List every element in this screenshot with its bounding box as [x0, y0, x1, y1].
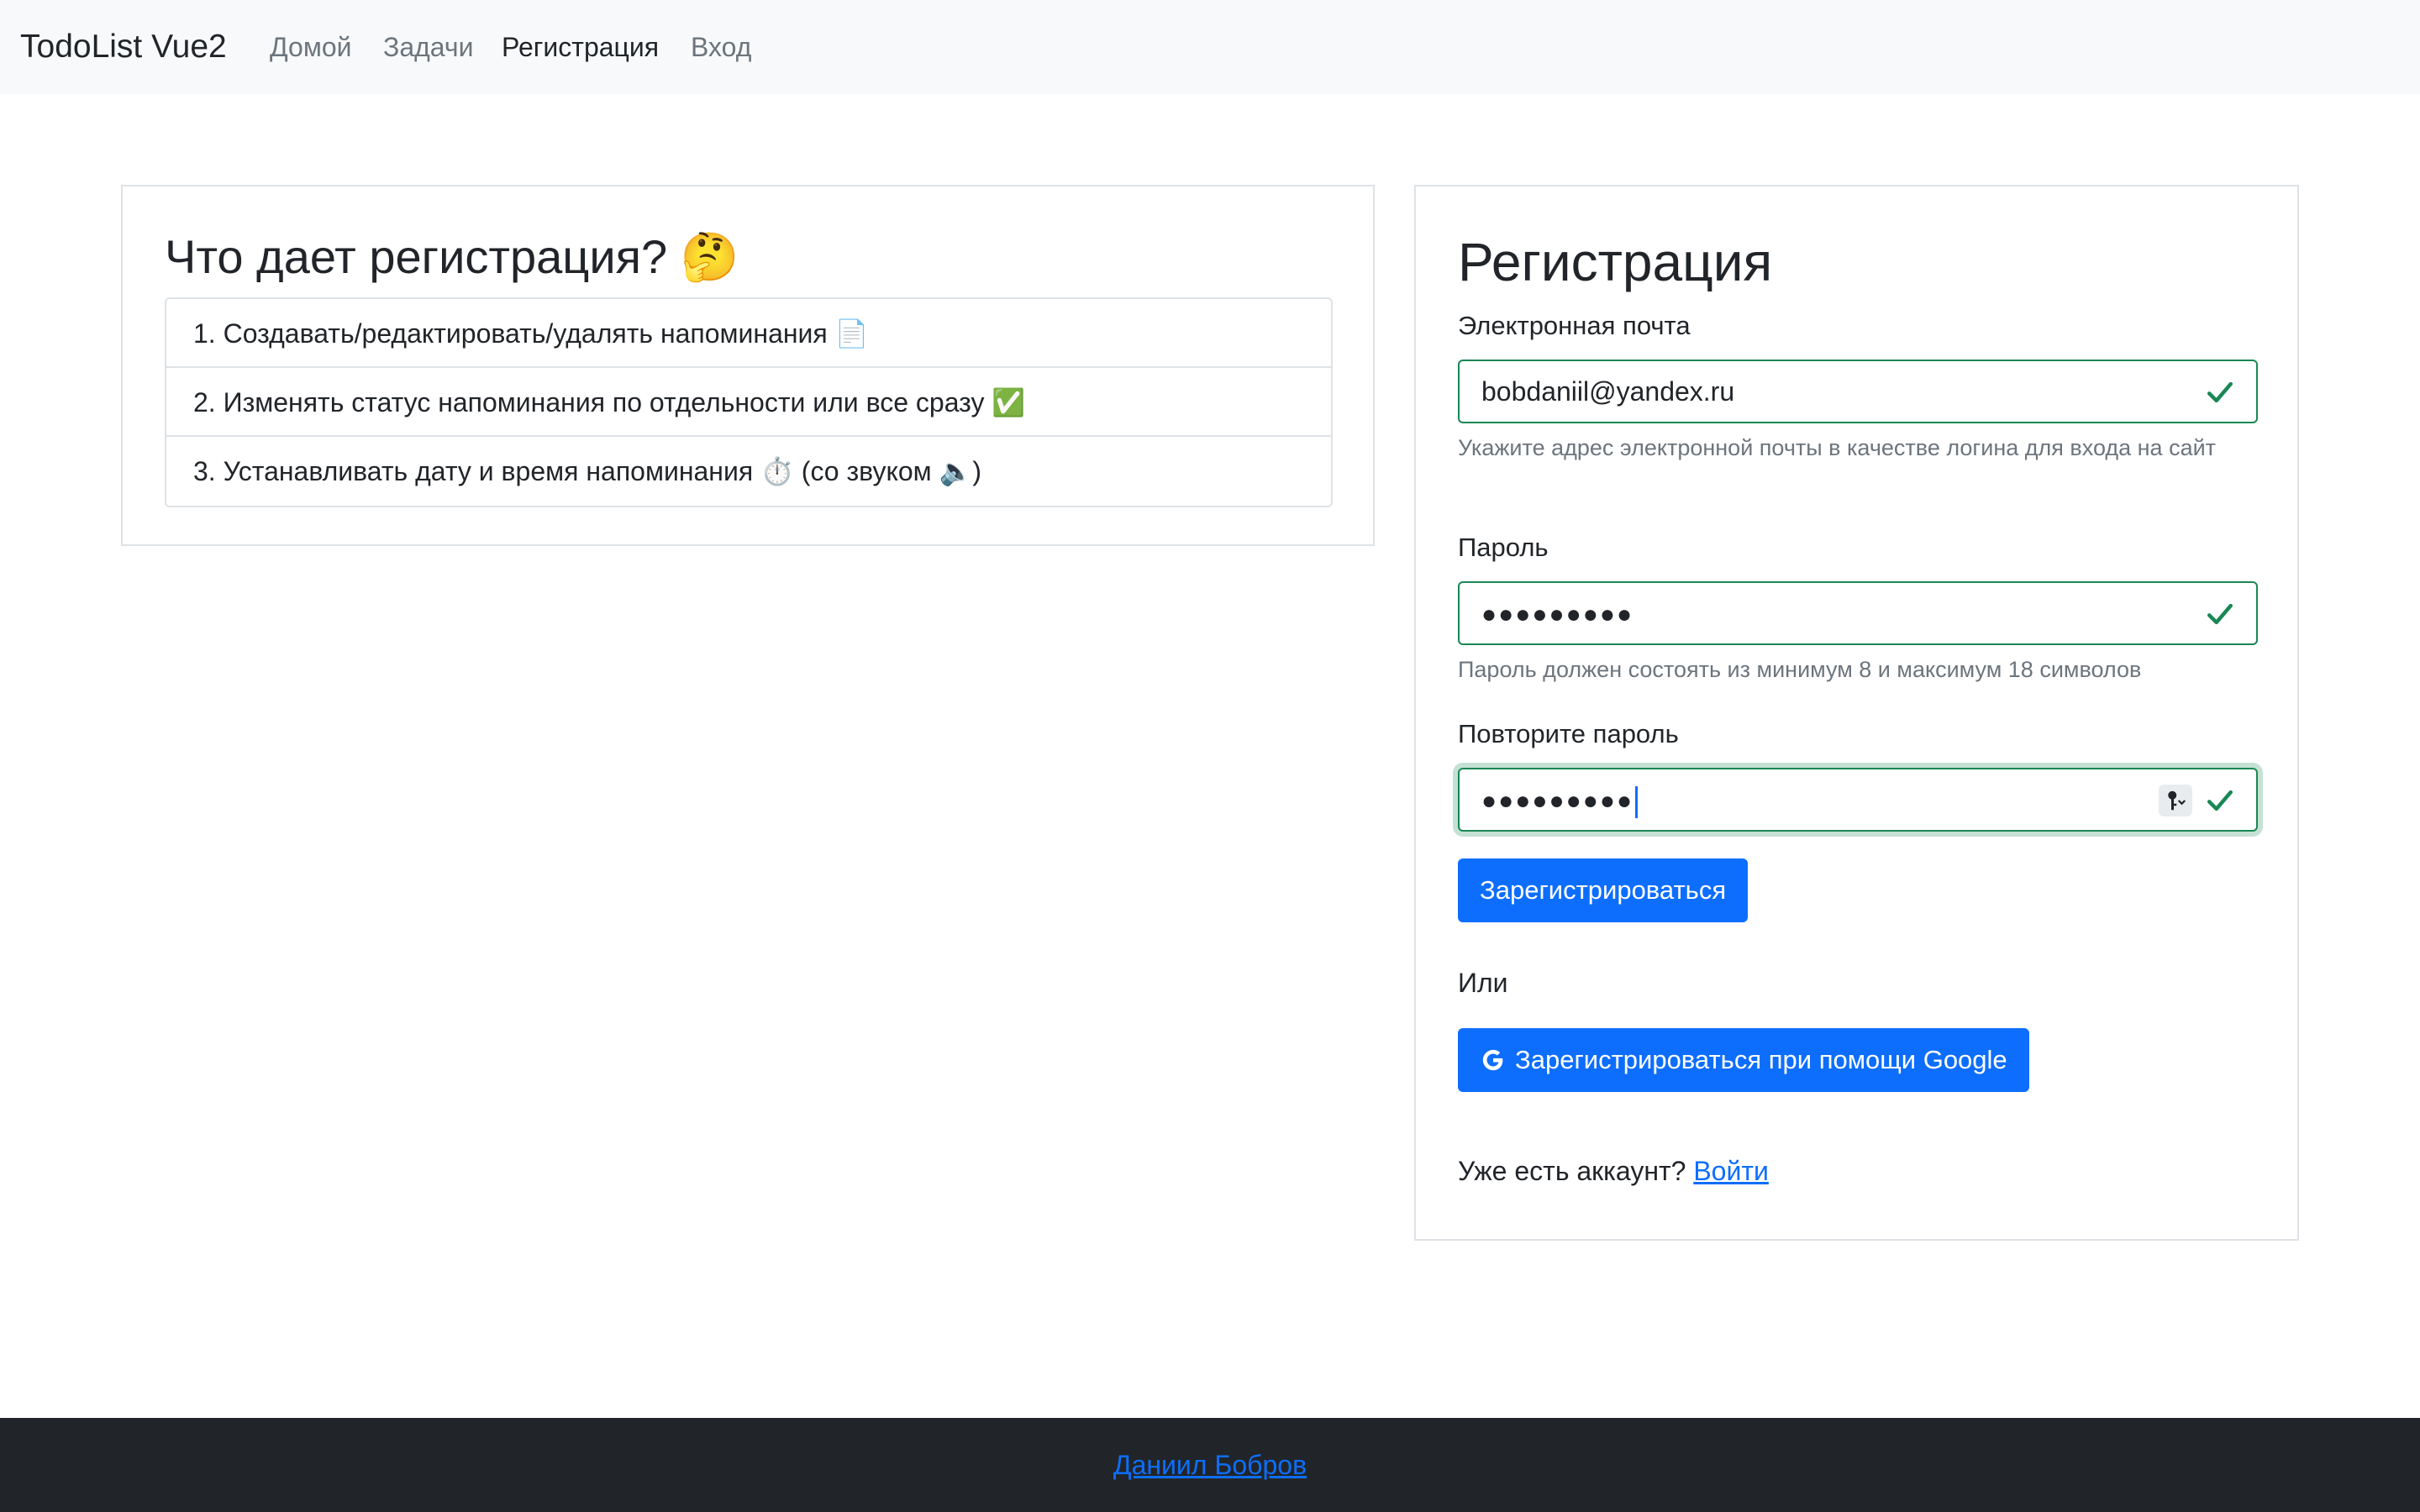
password-value: ●●●●●●●●● [1481, 601, 1634, 628]
benefits-card: Что дает регистрация? 🤔 1. Создавать/ред… [121, 185, 1375, 546]
email-help: Укажите адрес электронной почты в качест… [1458, 435, 2217, 460]
email-field[interactable]: bobdaniil@yandex.ru [1458, 360, 2258, 423]
password-manager-button[interactable] [2159, 785, 2192, 816]
check-icon [2207, 381, 2233, 403]
nav-link-home[interactable]: Домой [270, 29, 352, 66]
password-field[interactable]: ●●●●●●●●● [1458, 581, 2258, 645]
navbar: TodoList Vue2 Домой Задачи Регистрация В… [0, 0, 2420, 94]
text-caret [1635, 785, 1639, 818]
nav-link-register[interactable]: Регистрация [502, 29, 659, 66]
account-prompt: Уже есть аккаунт? Войти [1458, 1152, 1769, 1189]
benefits-list: 1. Создавать/редактировать/удалять напом… [165, 297, 1333, 507]
register-button[interactable]: Зарегистрироваться [1458, 858, 1749, 922]
confirm-password-field[interactable]: ●●●●●●●●● [1458, 768, 2258, 832]
list-item: 1. Создавать/редактировать/удалять напом… [166, 299, 1331, 368]
confirm-password-label: Повторите пароль [1458, 719, 1679, 748]
password-label: Пароль [1458, 533, 1549, 562]
login-link[interactable]: Войти [1693, 1156, 1769, 1186]
google-icon [1482, 1049, 1503, 1071]
navbar-brand[interactable]: TodoList Vue2 [20, 25, 227, 69]
account-prompt-text: Уже есть аккаунт? [1458, 1156, 1686, 1186]
footer-author-link[interactable]: Даниил Бобров [1113, 1450, 1307, 1480]
check-icon [2207, 603, 2233, 625]
list-item: 2. Изменять статус напоминания по отдель… [166, 368, 1331, 437]
list-item: 3. Устанавливать дату и время напоминани… [193, 456, 981, 486]
email-label: Электронная почта [1458, 311, 1691, 340]
or-separator: Или [1458, 968, 1508, 998]
nav-link-tasks[interactable]: Задачи [383, 29, 473, 66]
registration-card: Регистрация Электронная почта bobdaniil@… [1414, 185, 2299, 1241]
nav-link-login[interactable]: Вход [691, 29, 751, 66]
footer: Даниил Бобров [0, 1418, 2420, 1512]
form-title: Регистрация [1458, 232, 1773, 292]
password-help: Пароль должен состоять из минимум 8 и ма… [1458, 657, 2142, 682]
key-icon [2168, 790, 2186, 811]
google-register-button[interactable]: Зарегистрироваться при помощи Google [1458, 1028, 2029, 1092]
benefits-title: Что дает регистрация? 🤔 [165, 230, 739, 283]
email-value: bobdaniil@yandex.ru [1481, 376, 1735, 407]
google-register-label: Зарегистрироваться при помощи Google [1515, 1045, 2007, 1074]
confirm-password-value: ●●●●●●●●● [1481, 787, 1634, 815]
check-icon [2207, 790, 2233, 811]
